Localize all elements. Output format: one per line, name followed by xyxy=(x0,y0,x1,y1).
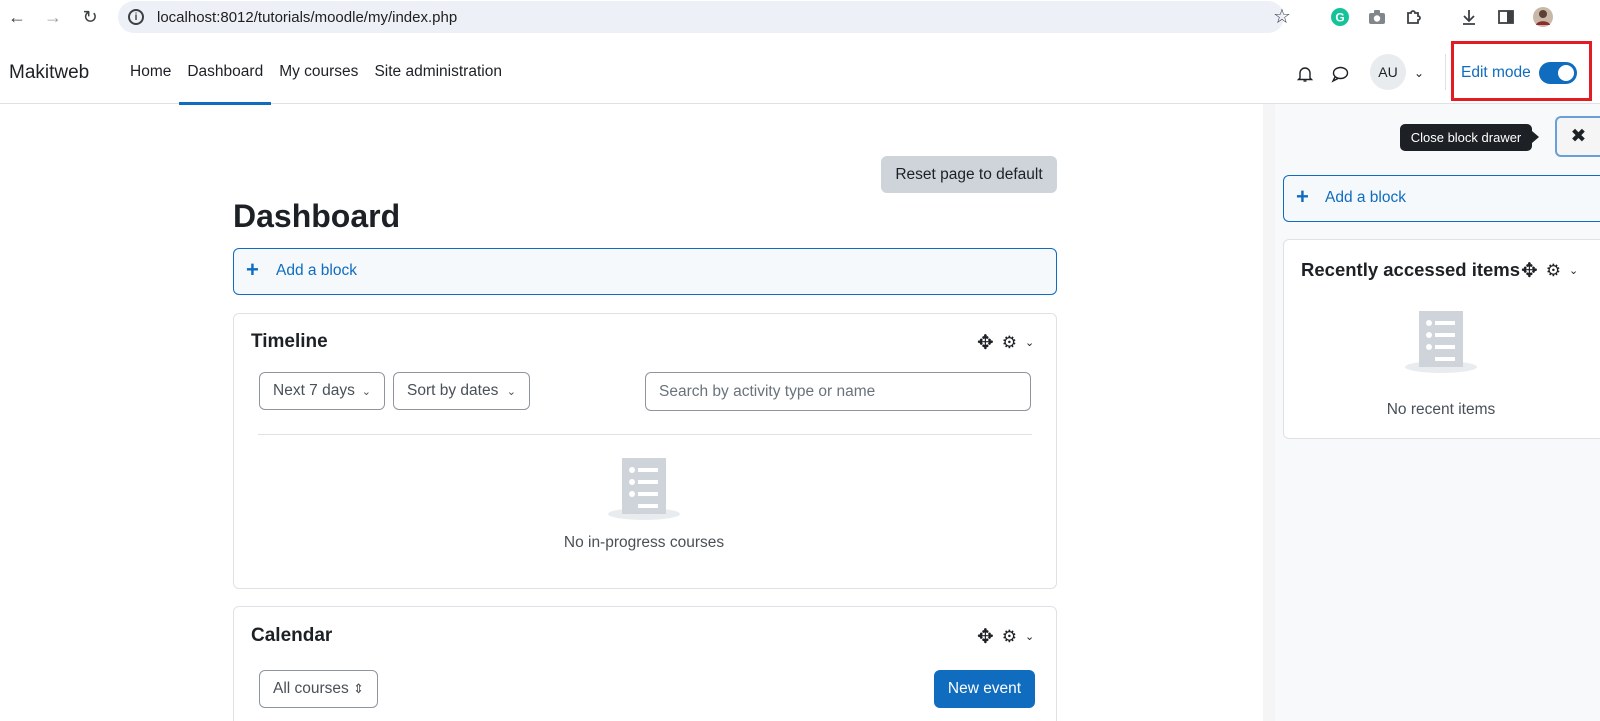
timeline-title: Timeline xyxy=(251,331,328,352)
address-bar[interactable]: i localhost:8012/tutorials/moodle/my/ind… xyxy=(118,1,1284,33)
empty-list-icon xyxy=(607,456,681,527)
edit-mode-toggle-knob xyxy=(1558,65,1574,81)
timeline-search-input[interactable] xyxy=(645,372,1031,411)
day-filter-label: Next 7 days xyxy=(273,382,355,399)
timeline-day-filter[interactable]: Next 7 days ⌄ xyxy=(259,372,385,410)
tooltip-arrow xyxy=(1532,131,1539,143)
chevron-down-icon[interactable]: ⌄ xyxy=(1569,264,1578,277)
timeline-divider xyxy=(258,434,1032,435)
nav-dashboard[interactable]: Dashboard xyxy=(179,40,272,105)
nav-my-courses[interactable]: My courses xyxy=(271,40,366,104)
calendar-title: Calendar xyxy=(251,625,333,646)
gear-icon[interactable]: ⚙ xyxy=(1002,627,1017,647)
user-avatar[interactable]: AU xyxy=(1370,54,1406,90)
sort-filter-label: Sort by dates xyxy=(407,382,499,399)
updown-caret-icon: ⇕ xyxy=(353,681,364,696)
recently-accessed-title: Recently accessed items xyxy=(1301,259,1521,280)
close-drawer-button[interactable]: ✖ xyxy=(1555,116,1600,157)
navbar-divider xyxy=(1445,54,1446,90)
plus-icon: + xyxy=(1296,184,1309,209)
gear-icon[interactable]: ⚙ xyxy=(1002,333,1017,353)
timeline-controls: ✥ ⚙ ⌄ xyxy=(977,330,1034,355)
add-block-button-drawer[interactable]: + Add a block xyxy=(1283,175,1600,222)
recently-accessed-empty-text: No recent items xyxy=(1386,401,1496,418)
reset-page-button[interactable]: Reset page to default xyxy=(881,156,1057,193)
svg-text:G: G xyxy=(1335,11,1344,25)
camera-extension-icon[interactable] xyxy=(1366,6,1388,28)
empty-list-icon xyxy=(1404,309,1478,380)
chevron-down-icon: ⌄ xyxy=(506,385,516,398)
edit-mode-label[interactable]: Edit mode xyxy=(1461,64,1531,82)
chevron-down-icon[interactable]: ⌄ xyxy=(1025,630,1034,643)
page-title: Dashboard xyxy=(233,198,401,234)
plus-icon: + xyxy=(246,257,259,282)
recently-accessed-controls: ✥ ⚙ ⌄ xyxy=(1521,258,1578,283)
site-brand[interactable]: Makitweb xyxy=(9,62,89,84)
grammarly-extension-icon[interactable]: G xyxy=(1329,6,1351,28)
course-select-label: All courses xyxy=(273,680,349,697)
side-panel-icon[interactable] xyxy=(1495,6,1517,28)
bookmark-star-icon[interactable]: ☆ xyxy=(1273,4,1291,29)
gear-icon[interactable]: ⚙ xyxy=(1546,261,1561,281)
forward-arrow-icon[interactable]: → xyxy=(43,7,63,27)
move-icon[interactable]: ✥ xyxy=(977,330,994,355)
new-event-button[interactable]: New event xyxy=(934,670,1035,708)
move-icon[interactable]: ✥ xyxy=(1521,258,1538,283)
move-icon[interactable]: ✥ xyxy=(977,624,994,649)
site-info-icon[interactable]: i xyxy=(128,9,144,25)
calendar-controls: ✥ ⚙ ⌄ xyxy=(977,624,1034,649)
back-arrow-icon[interactable]: ← xyxy=(7,7,27,27)
add-block-button-main[interactable]: + Add a block xyxy=(233,248,1057,295)
timeline-empty-text: No in-progress courses xyxy=(563,534,725,551)
chevron-down-icon: ⌄ xyxy=(361,385,371,398)
edit-mode-toggle[interactable] xyxy=(1539,62,1577,84)
primary-navigation: Home Dashboard My courses Site administr… xyxy=(122,40,510,105)
extensions-puzzle-icon[interactable] xyxy=(1403,6,1425,28)
profile-avatar-icon[interactable] xyxy=(1532,6,1554,28)
calendar-course-select[interactable]: All courses ⇕ xyxy=(259,670,378,708)
add-block-label: Add a block xyxy=(1325,189,1406,206)
close-drawer-tooltip: Close block drawer xyxy=(1400,124,1532,151)
nav-home[interactable]: Home xyxy=(122,40,179,104)
nav-site-administration[interactable]: Site administration xyxy=(366,40,510,104)
download-icon[interactable] xyxy=(1458,6,1480,28)
add-block-label: Add a block xyxy=(276,262,357,279)
browser-toolbar: ← → ↻ i localhost:8012/tutorials/moodle/… xyxy=(0,0,1600,40)
primary-navbar: Makitweb Home Dashboard My courses Site … xyxy=(0,40,1600,105)
user-menu-chevron-icon[interactable]: ⌄ xyxy=(1414,66,1424,80)
timeline-sort-filter[interactable]: Sort by dates ⌄ xyxy=(393,372,530,410)
messages-chat-icon[interactable] xyxy=(1331,65,1349,83)
url-text: localhost:8012/tutorials/moodle/my/index… xyxy=(157,8,458,26)
reload-icon[interactable]: ↻ xyxy=(80,7,100,27)
notification-bell-icon[interactable] xyxy=(1296,65,1314,83)
chevron-down-icon[interactable]: ⌄ xyxy=(1025,336,1034,349)
